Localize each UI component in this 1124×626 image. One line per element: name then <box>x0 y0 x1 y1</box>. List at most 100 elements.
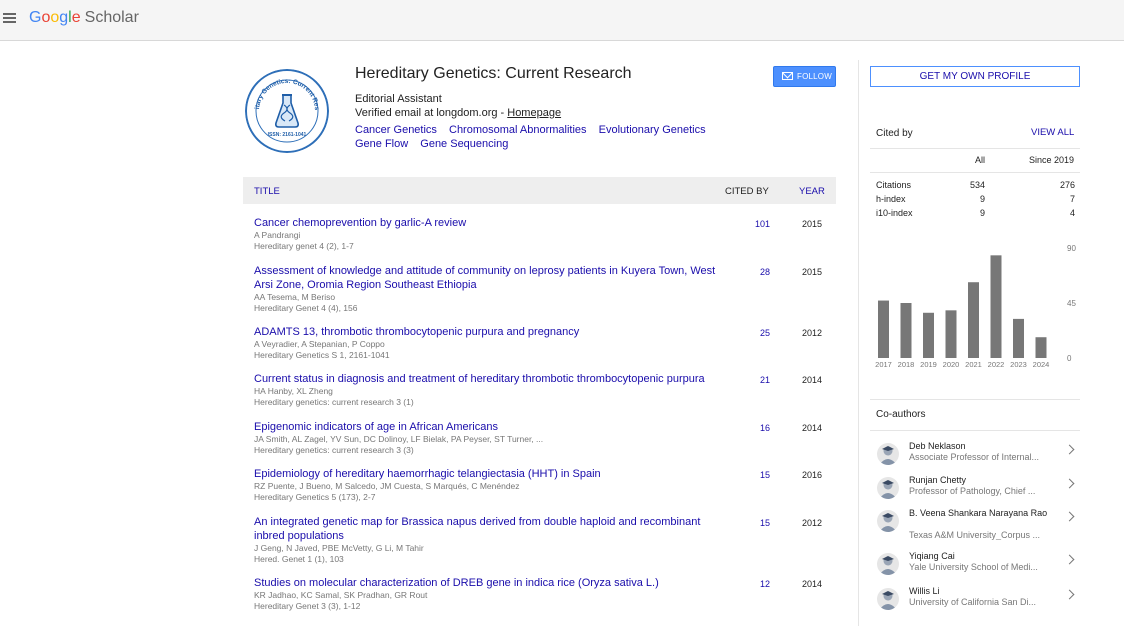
divider <box>870 148 1080 149</box>
article-authors: RZ Puente, J Bueno, M Salcedo, JM Cuesta… <box>254 481 520 491</box>
hamburger-menu-icon[interactable] <box>3 12 17 24</box>
chart-x-tick-label: 2024 <box>1033 360 1050 369</box>
profile-logo-avatar: Hereditary Genetics: Current Research IS… <box>245 69 329 153</box>
co-author-avatar <box>877 588 899 610</box>
svg-text:ISSN: 2161-1041: ISSN: 2161-1041 <box>268 132 307 138</box>
articles-table-header: TITLE CITED BY YEAR <box>243 177 836 204</box>
article-title-link[interactable]: Studies on molecular characterization of… <box>254 576 724 590</box>
column-divider <box>858 60 859 626</box>
stat-all-value: 9 <box>979 208 985 218</box>
col-since-header: Since 2019 <box>1029 155 1075 165</box>
chart-x-tick-label: 2023 <box>1010 360 1027 369</box>
divider <box>870 430 1080 431</box>
chart-bar[interactable] <box>990 255 1002 358</box>
view-all-link[interactable]: VIEW ALL <box>1031 127 1074 138</box>
cited-by-count-link[interactable]: 15 <box>730 518 770 528</box>
follow-label: FOLLOW <box>797 72 832 81</box>
cited-by-count-link[interactable]: 101 <box>730 219 770 229</box>
stat-all-value: 9 <box>979 194 985 204</box>
stat-label: Citations <box>876 180 912 190</box>
article-year: 2014 <box>802 422 823 433</box>
cited-by-header[interactable]: CITED BY <box>725 186 769 197</box>
stat-label: h-index <box>876 194 906 204</box>
co-author-affiliation: Yale University School of Medi... <box>909 562 1038 572</box>
co-author-name: B. Veena Shankara Narayana Rao <box>909 508 1048 518</box>
col-all-header: All <box>975 155 986 165</box>
co-author-item[interactable]: Deb Neklason Associate Professor of Inter… <box>870 441 1080 471</box>
article-year: 2015 <box>802 219 823 229</box>
stat-since-value: 4 <box>1069 208 1075 218</box>
article-venue: Hereditary Genet 4 (4), 156 <box>254 302 358 313</box>
co-author-item[interactable]: Willis Li University of California San Di… <box>870 586 1080 616</box>
verified-email-text: Verified email at longdom.org - <box>355 107 508 119</box>
article-title-link[interactable]: Assessment of knowledge and attitude of … <box>254 264 724 292</box>
article-title-link[interactable]: Epigenomic indicators of age in African … <box>254 420 724 434</box>
article-venue: Hereditary genet 4 (2), 1-7 <box>254 241 354 251</box>
co-author-avatar <box>877 553 899 575</box>
chart-bar[interactable] <box>945 310 957 358</box>
cited-by-count-link[interactable]: 12 <box>730 579 770 589</box>
chart-bar[interactable] <box>878 300 889 358</box>
chart-y-tick-label: 0 <box>1067 354 1072 363</box>
research-interests: Cancer Genetics Chromosomal Abnormalitie… <box>355 123 775 151</box>
article-title-link[interactable]: Current status in diagnosis and treatmen… <box>254 372 724 386</box>
stat-label: i10-index <box>876 208 913 218</box>
follow-button[interactable]: FOLLOW <box>773 66 836 87</box>
chevron-right-icon <box>1064 478 1075 489</box>
article-venue: Hereditary genetics: current research 3 … <box>254 444 414 455</box>
chevron-right-icon <box>1064 554 1075 565</box>
article-venue: Hereditary Genet 3 (3), 1-12 <box>254 600 361 611</box>
interest-link[interactable]: Gene Sequencing <box>420 138 508 150</box>
stat-since-value: 276 <box>1059 180 1075 190</box>
cited-by-count-link[interactable]: 15 <box>730 470 770 480</box>
cited-by-count-link[interactable]: 28 <box>730 267 770 277</box>
co-author-affiliation: University of California San Di... <box>909 597 1037 607</box>
get-my-own-profile-button[interactable]: GET MY OWN PROFILE <box>870 66 1080 87</box>
chart-y-tick-label: 45 <box>1067 299 1076 308</box>
google-scholar-logo[interactable]: Google Scholar <box>29 9 139 27</box>
interest-link[interactable]: Cancer Genetics <box>355 124 437 136</box>
chart-bar[interactable] <box>900 303 912 358</box>
article-year: 2012 <box>802 327 823 338</box>
chart-bar[interactable] <box>968 282 979 358</box>
sort-by-year-header[interactable]: YEAR <box>799 186 825 197</box>
article-title-link[interactable]: ADAMTS 13, thrombotic thrombocytopenic p… <box>254 325 724 339</box>
co-author-affiliation: Associate Professor of Internal... <box>909 452 1040 462</box>
chart-bar[interactable] <box>1013 318 1024 358</box>
interest-link[interactable]: Gene Flow <box>355 138 408 150</box>
article-title-link[interactable]: Epidemiology of hereditary haemorrhagic … <box>254 467 724 481</box>
profile-affiliation: Editorial Assistant <box>355 93 442 105</box>
cited-by-count-link[interactable]: 21 <box>730 375 770 385</box>
chevron-right-icon <box>1064 444 1075 455</box>
article-authors: A Pandrangi <box>254 230 301 240</box>
co-author-name: Runjan Chetty <box>909 475 967 485</box>
chart-bar[interactable] <box>923 312 934 358</box>
cited-by-count-link[interactable]: 16 <box>730 423 770 433</box>
chevron-right-icon <box>1064 589 1075 600</box>
verified-email-line: Verified email at longdom.org - Homepage <box>355 107 561 119</box>
article-year: 2016 <box>802 470 823 480</box>
chart-bar[interactable] <box>1035 337 1047 358</box>
chart-x-tick-label: 2020 <box>943 360 960 369</box>
homepage-link[interactable]: Homepage <box>507 107 561 119</box>
chart-x-tick-label: 2018 <box>898 360 915 369</box>
interest-link[interactable]: Chromosomal Abnormalities <box>449 124 587 136</box>
article-year: 2014 <box>802 375 823 385</box>
stat-all-value: 534 <box>969 180 985 190</box>
chevron-right-icon <box>1064 511 1075 522</box>
co-author-item[interactable]: Runjan Chetty Professor of Pathology, Chi… <box>870 475 1080 505</box>
co-author-avatar <box>877 477 899 499</box>
cited-by-count-link[interactable]: 25 <box>730 328 770 338</box>
stat-since-value: 7 <box>1069 194 1075 204</box>
profile-name: Hereditary Genetics: Current Research <box>355 65 632 82</box>
co-author-item[interactable]: Yiqiang Cai Yale University School of Med… <box>870 551 1080 581</box>
sort-by-title-header[interactable]: TITLE <box>254 186 280 197</box>
article-title-link[interactable]: An integrated genetic map for Brassica n… <box>254 515 724 543</box>
mail-icon <box>782 72 793 80</box>
article-venue: Hereditary Genetics 5 (173), 2-7 <box>254 492 376 502</box>
article-venue: Hereditary genetics: current research 3 … <box>254 397 414 407</box>
article-title-link[interactable]: Cancer chemoprevention by garlic-A revie… <box>254 216 724 230</box>
interest-link[interactable]: Evolutionary Genetics <box>599 124 706 136</box>
co-author-affiliation: Texas A&M University_Corpus ... <box>909 530 1041 540</box>
co-author-item[interactable]: B. Veena Shankara Narayana Rao Texas A&M … <box>870 508 1080 540</box>
